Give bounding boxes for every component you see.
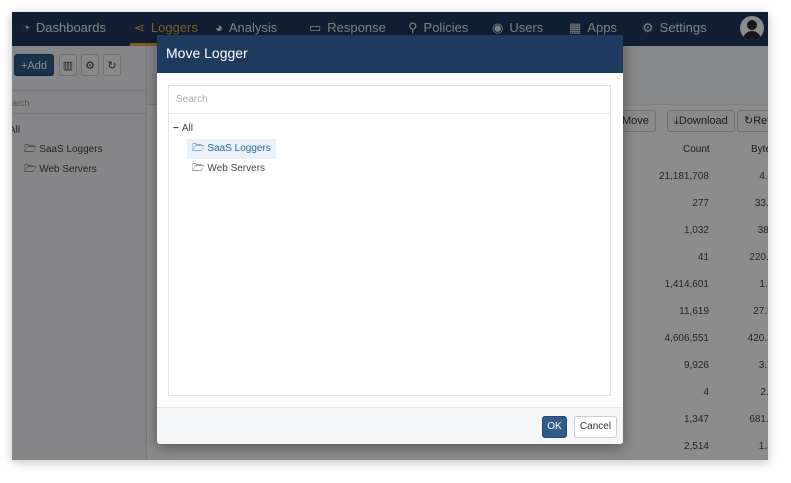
move-logger-dialog: Move Logger −All 🗁SaaS Loggers 🗁Web Serv… xyxy=(157,35,623,444)
folder-open-icon: 🗁 xyxy=(192,143,205,154)
dialog-body: −All 🗁SaaS Loggers 🗁Web Servers xyxy=(157,73,623,407)
dialog-title: Move Logger xyxy=(166,45,248,61)
tree-panel: −All 🗁SaaS Loggers 🗁Web Servers xyxy=(168,85,611,396)
tree-item-web-servers[interactable]: 🗁 Web Servers xyxy=(192,159,265,179)
tree-root-all[interactable]: − All xyxy=(173,119,193,139)
tree-root-label: All xyxy=(181,123,193,134)
dialog-header: Move Logger xyxy=(157,35,623,73)
folder-open-icon: 🗁 xyxy=(192,163,205,174)
search-input[interactable] xyxy=(169,86,610,114)
ok-button[interactable]: OK xyxy=(542,416,567,438)
cancel-button[interactable]: Cancel xyxy=(574,416,617,438)
tree-item-label: SaaS Loggers xyxy=(207,143,271,154)
collapse-icon[interactable]: − xyxy=(173,119,179,139)
dialog-footer: OK Cancel xyxy=(157,407,623,444)
tree-item-label: Web Servers xyxy=(207,163,266,174)
tree-item-saas-loggers[interactable]: 🗁 SaaS Loggers xyxy=(187,139,276,159)
